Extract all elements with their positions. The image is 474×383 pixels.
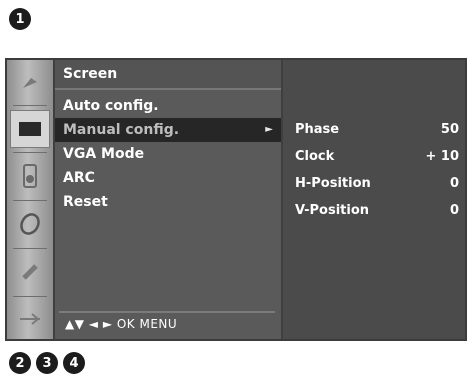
step-badge-3: 3 xyxy=(36,352,58,374)
step-badge-2: 2 xyxy=(9,352,31,374)
time-icon[interactable] xyxy=(10,253,50,291)
menu-item-arc[interactable]: ARC xyxy=(55,166,281,190)
osd-menu: Screen Auto config. Manual config. ► VGA … xyxy=(5,58,467,341)
submenu-row-phase[interactable]: Phase 50 xyxy=(295,119,459,141)
clock-value: + 10 xyxy=(425,149,459,164)
submenu-arrow-icon: ► xyxy=(265,124,273,135)
screen-menu: Screen Auto config. Manual config. ► VGA … xyxy=(55,60,283,339)
picture-icon[interactable] xyxy=(10,64,50,102)
menu-item-vga-mode[interactable]: VGA Mode xyxy=(55,142,281,166)
audio-icon[interactable] xyxy=(10,157,50,195)
menu-item-manual-config[interactable]: Manual config. ► xyxy=(55,118,281,142)
option-icon[interactable] xyxy=(10,205,50,243)
submenu-row-v-position[interactable]: V-Position 0 xyxy=(295,200,459,222)
screen-icon[interactable] xyxy=(10,110,50,148)
menu-list: Auto config. Manual config. ► VGA Mode AR… xyxy=(55,94,281,214)
step-badge-4: 4 xyxy=(63,352,85,374)
v-position-value: 0 xyxy=(449,203,459,218)
phase-value: 50 xyxy=(440,122,459,137)
navigation-hint: ▲▼ ◄ ► OK MENU xyxy=(59,311,275,333)
h-position-value: 0 xyxy=(449,176,459,191)
submenu-row-clock[interactable]: Clock + 10 xyxy=(295,146,459,168)
category-icon-bar xyxy=(7,60,55,339)
submenu-row-h-position[interactable]: H-Position 0 xyxy=(295,173,459,195)
menu-title: Screen xyxy=(55,60,281,90)
input-icon[interactable] xyxy=(10,300,50,338)
menu-item-auto-config[interactable]: Auto config. xyxy=(55,94,281,118)
manual-config-submenu: Phase 50 Clock + 10 H-Position 0 V-Position… xyxy=(283,60,465,339)
step-badge-1: 1 xyxy=(9,8,31,30)
menu-item-reset[interactable]: Reset xyxy=(55,190,281,214)
